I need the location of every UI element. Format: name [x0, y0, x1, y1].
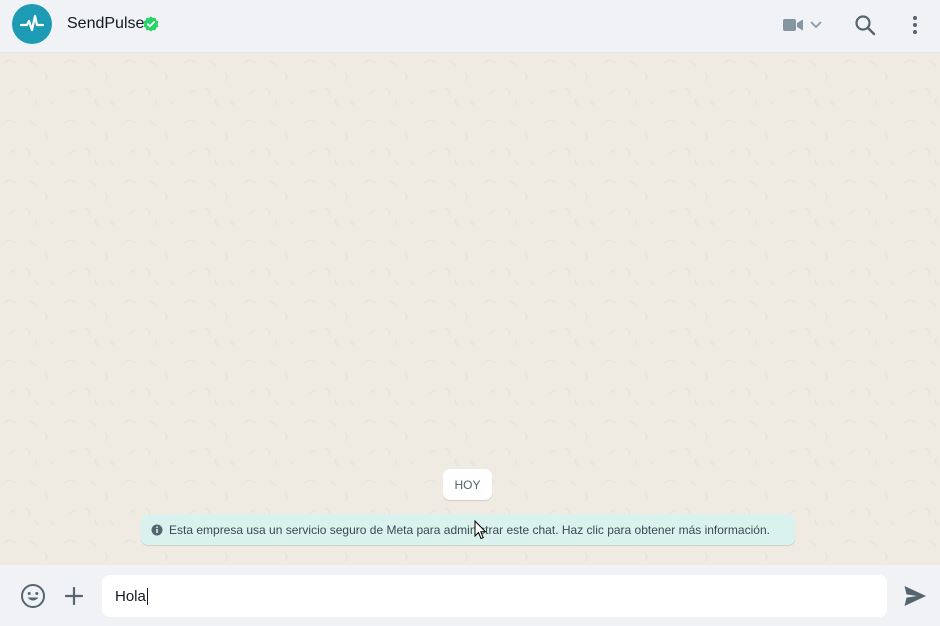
- emoji-icon[interactable]: [20, 583, 46, 609]
- info-icon: [151, 524, 163, 535]
- contact-name[interactable]: SendPulse: [67, 15, 144, 33]
- notice-text: Esta empresa usa un servicio seguro de M…: [169, 522, 770, 537]
- date-separator: HOY: [443, 469, 492, 500]
- message-input-value: Hola: [115, 587, 146, 605]
- plus-icon[interactable]: [62, 584, 86, 608]
- chevron-down-icon: [810, 21, 822, 29]
- message-input[interactable]: Hola: [102, 575, 887, 617]
- video-camera-icon: [783, 19, 803, 31]
- date-label: HOY: [454, 477, 481, 492]
- encryption-notice[interactable]: Esta empresa usa un servicio seguro de M…: [141, 514, 795, 545]
- text-caret: [146, 587, 148, 605]
- video-call-button[interactable]: [782, 13, 826, 37]
- chat-header: SendPulse: [0, 0, 940, 53]
- pulse-icon: [19, 14, 45, 32]
- verified-check-icon: [143, 16, 159, 32]
- avatar[interactable]: [12, 4, 52, 44]
- send-icon[interactable]: [902, 583, 928, 609]
- composer-bar: Hola: [0, 565, 940, 626]
- search-icon[interactable]: [853, 13, 877, 37]
- kebab-menu-icon[interactable]: [904, 13, 926, 37]
